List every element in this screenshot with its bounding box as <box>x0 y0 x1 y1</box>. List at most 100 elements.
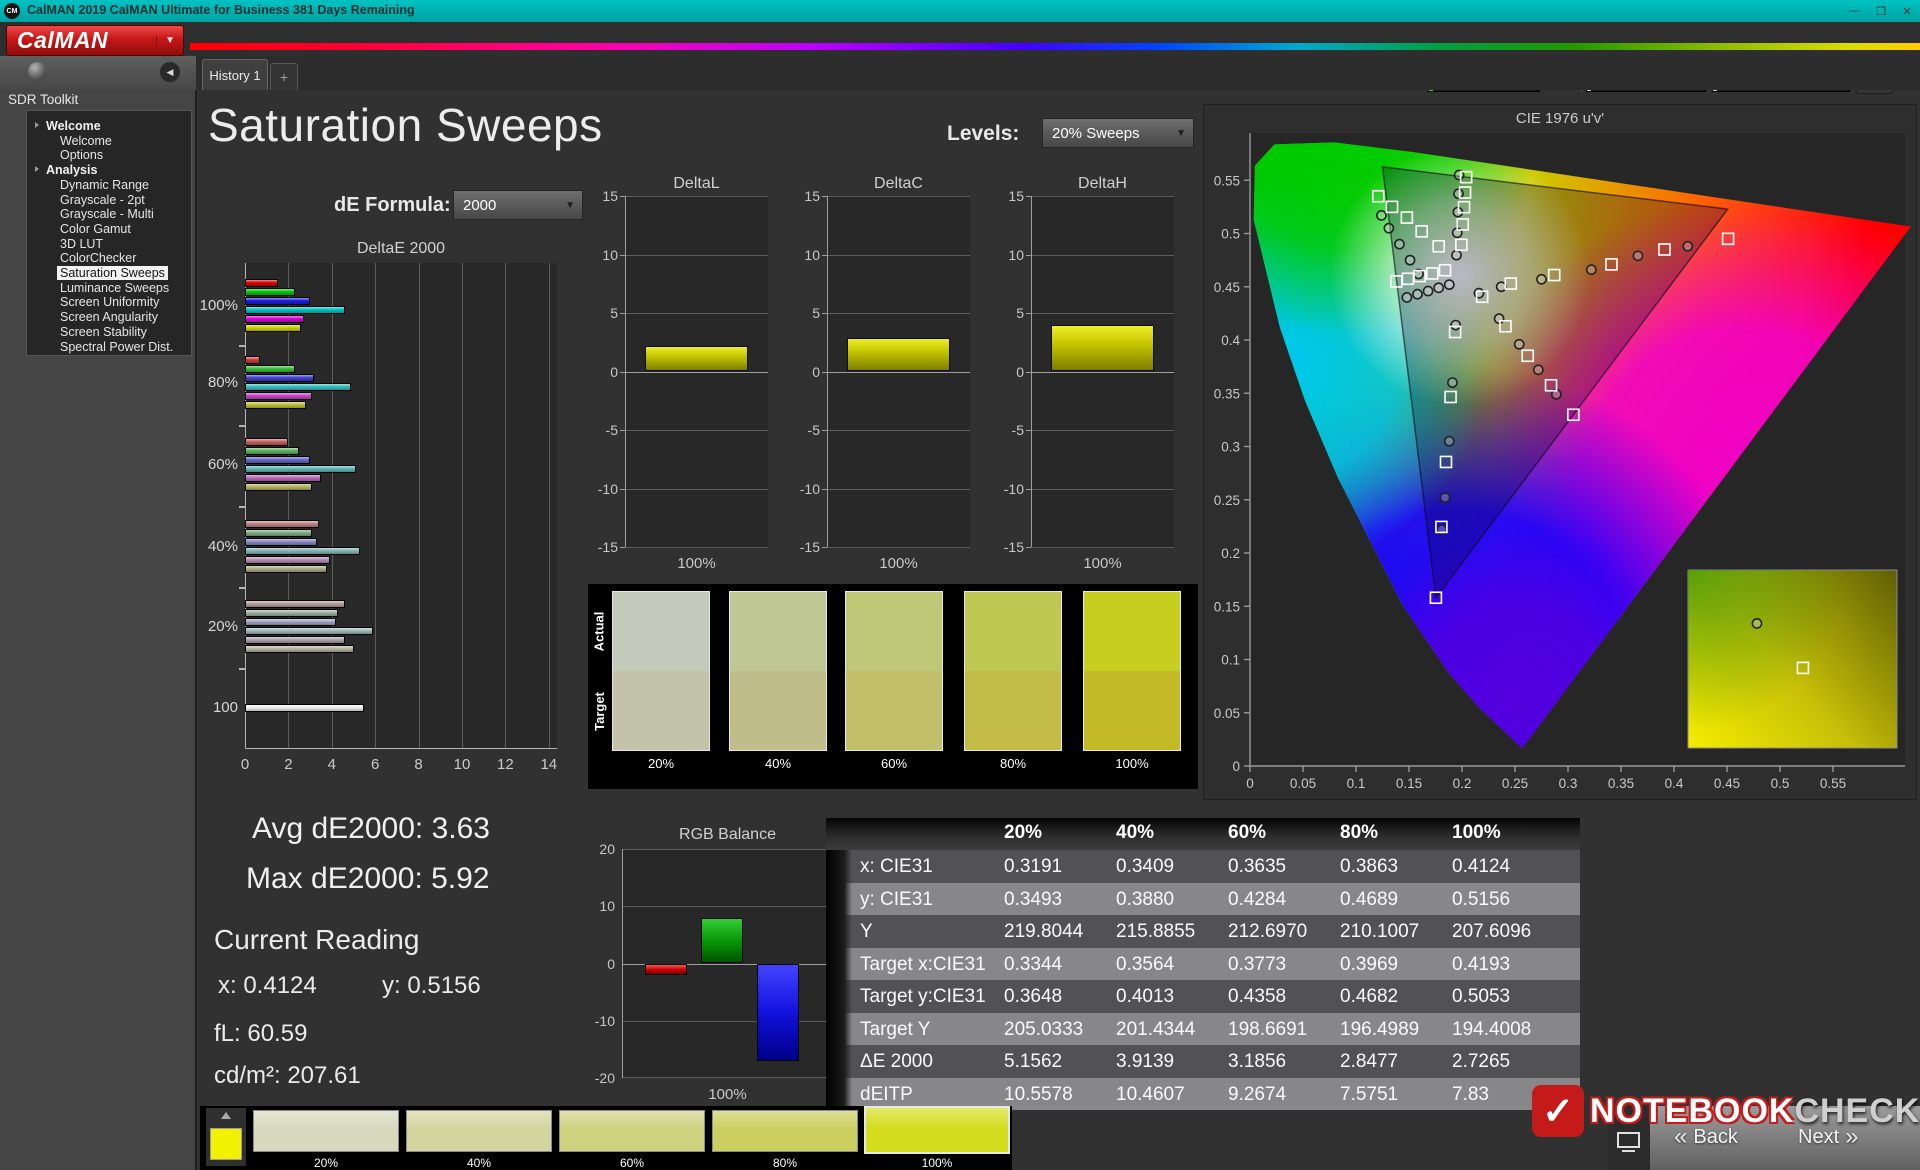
deltae-bar <box>245 483 313 491</box>
display-preview-button[interactable] <box>1608 1106 1650 1170</box>
group-separator-tick <box>239 668 245 670</box>
deltae-bar <box>245 365 295 373</box>
x-axis-tick-label: 8 <box>414 756 423 773</box>
cie-y-tick-label: 0.05 <box>1214 706 1240 721</box>
table-cell: 0.4013 <box>1116 986 1175 1007</box>
sidebar-item-grayscale-2pt[interactable]: Grayscale - 2pt <box>60 193 145 207</box>
y-axis-tick-label: -10 <box>1003 480 1024 497</box>
calman-menu-button[interactable]: CalMAN ▼ <box>6 25 184 56</box>
y-axis-tick <box>822 196 827 197</box>
y-axis-tick <box>822 430 827 431</box>
gridline <box>331 263 333 749</box>
y-axis-tick-label: 15 <box>804 188 820 204</box>
de-formula-dropdown[interactable]: 2000 ▼ <box>453 190 583 220</box>
title-bar: CM CalMAN 2019 CalMAN Ultimate for Busin… <box>0 0 1920 22</box>
current-patch-swatch <box>210 1128 242 1160</box>
sidebar-item-screen-stability[interactable]: Screen Stability <box>60 325 147 339</box>
add-tab-button[interactable]: + <box>270 63 298 90</box>
deltae-bar <box>245 456 311 464</box>
cie-y-tick-label: 0.2 <box>1221 546 1240 561</box>
sidebar-title: SDR Toolkit <box>8 92 79 107</box>
saturation-tab-60%[interactable] <box>559 1110 705 1152</box>
saturation-tab-40%[interactable] <box>406 1110 552 1152</box>
gridline <box>1031 196 1174 197</box>
y-axis-tick <box>1026 547 1031 548</box>
y-axis-tick-label: -5 <box>605 422 618 438</box>
table-col-header: 40% <box>1116 822 1155 843</box>
saturation-tab-80%[interactable] <box>712 1110 858 1152</box>
cie-measured-marker-green <box>1383 222 1395 234</box>
sidebar-item-saturation-sweeps[interactable]: Saturation Sweeps <box>57 266 168 280</box>
saturation-tab-100%[interactable] <box>864 1106 1010 1154</box>
swatch-label: 80% <box>999 756 1027 771</box>
table-cell: 0.3648 <box>1004 986 1063 1007</box>
sidebar-item-colorchecker[interactable]: ColorChecker <box>60 251 136 265</box>
table-row-label: Target x:CIE31 <box>860 953 986 975</box>
y-axis-tick <box>1026 488 1031 490</box>
table-row-leader <box>826 1045 852 1078</box>
y-axis-tick <box>620 547 625 548</box>
deltae-bar <box>245 297 311 305</box>
y-axis-tick <box>822 254 827 256</box>
maximize-button[interactable]: ❐ <box>1868 0 1894 22</box>
swatch-column-20% <box>612 591 710 751</box>
tab-history-1[interactable]: History 1 <box>202 59 268 90</box>
sidebar-section-analysis[interactable]: Analysis <box>46 163 97 177</box>
next-chevron-icon: » <box>1845 1123 1859 1150</box>
swatch-target <box>846 671 942 750</box>
table-cell: 0.3635 <box>1228 856 1287 877</box>
cie-chart-title: CIE 1976 u'v' <box>1515 110 1605 127</box>
x-axis-tick-label: 12 <box>497 756 514 773</box>
table-cell: 219.8044 <box>1004 921 1084 942</box>
back-label: Back <box>1693 1125 1738 1148</box>
group-separator-tick <box>239 344 245 347</box>
sidebar-item-grayscale-multi[interactable]: Grayscale - Multi <box>60 207 154 221</box>
table-col-header: 20% <box>1004 822 1043 843</box>
cie-measured-marker-blue <box>1447 377 1458 388</box>
deltae-bar <box>245 618 337 626</box>
chart-plot <box>1031 196 1174 548</box>
y-axis-tick-label: -5 <box>807 422 820 438</box>
levels-dropdown[interactable]: 20% Sweeps ▼ <box>1042 118 1194 148</box>
sidebar-item-dynamic-range[interactable]: Dynamic Range <box>60 178 149 192</box>
tab-bar <box>196 56 1920 90</box>
table-cell: 210.1007 <box>1340 921 1420 942</box>
workflow-radio-icon[interactable] <box>28 62 47 81</box>
y-axis-tick <box>620 254 625 256</box>
sidebar-item-spectral-power-dist[interactable]: Spectral Power Dist. <box>60 340 173 354</box>
swatch-target <box>730 671 826 750</box>
cie-y-tick-label: 0.35 <box>1214 386 1240 401</box>
y-axis-tick <box>1026 313 1031 314</box>
sidebar-item-screen-angularity[interactable]: Screen Angularity <box>60 310 158 324</box>
gridline <box>827 371 970 373</box>
minimize-button[interactable]: — <box>1842 0 1868 22</box>
cie-measured-marker-green <box>1376 209 1387 221</box>
gridline <box>622 1020 833 1022</box>
table-cell: 212.6970 <box>1228 921 1308 942</box>
back-button[interactable]: « Back <box>1668 1120 1738 1154</box>
sidebar-item-3d-lut[interactable]: 3D LUT <box>60 237 103 251</box>
y-axis-tick-label: 0 <box>607 955 615 972</box>
y-axis-tick <box>1026 196 1031 197</box>
gridline <box>827 547 970 548</box>
current-patch-tab[interactable] <box>206 1108 246 1166</box>
table-cell: 3.9139 <box>1116 1051 1175 1072</box>
sidebar-section-welcome[interactable]: Welcome <box>46 119 101 133</box>
sidebar-item-welcome[interactable]: Welcome <box>60 134 112 148</box>
y-axis-tick-label: -10 <box>594 1012 615 1029</box>
saturation-tab-20%[interactable] <box>253 1110 399 1152</box>
swatch-actual <box>846 592 942 671</box>
next-button[interactable]: Next » <box>1798 1120 1864 1154</box>
sidebar-item-screen-uniformity[interactable]: Screen Uniformity <box>60 295 159 309</box>
sidebar-item-luminance-sweeps[interactable]: Luminance Sweeps <box>60 281 169 295</box>
cie-measured-marker-blue <box>1443 435 1455 447</box>
sidebar-item-options[interactable]: Options <box>60 148 103 162</box>
gridline <box>827 254 970 256</box>
sidebar-collapse-icon[interactable]: ◀ <box>160 62 180 82</box>
cie-measured-marker-yellow <box>1451 249 1462 261</box>
sidebar-item-color-gamut[interactable]: Color Gamut <box>60 222 131 236</box>
cie-panel: 0 0.05 0.1 0.15 0.2 0.25 0.3 0.35 0.4 0.45 0.5 0.55… <box>1203 104 1917 800</box>
saturation-tab-label: 20% <box>313 1156 339 1170</box>
close-button[interactable]: ✕ <box>1894 0 1920 22</box>
chart-title: DeltaH <box>1078 175 1127 192</box>
